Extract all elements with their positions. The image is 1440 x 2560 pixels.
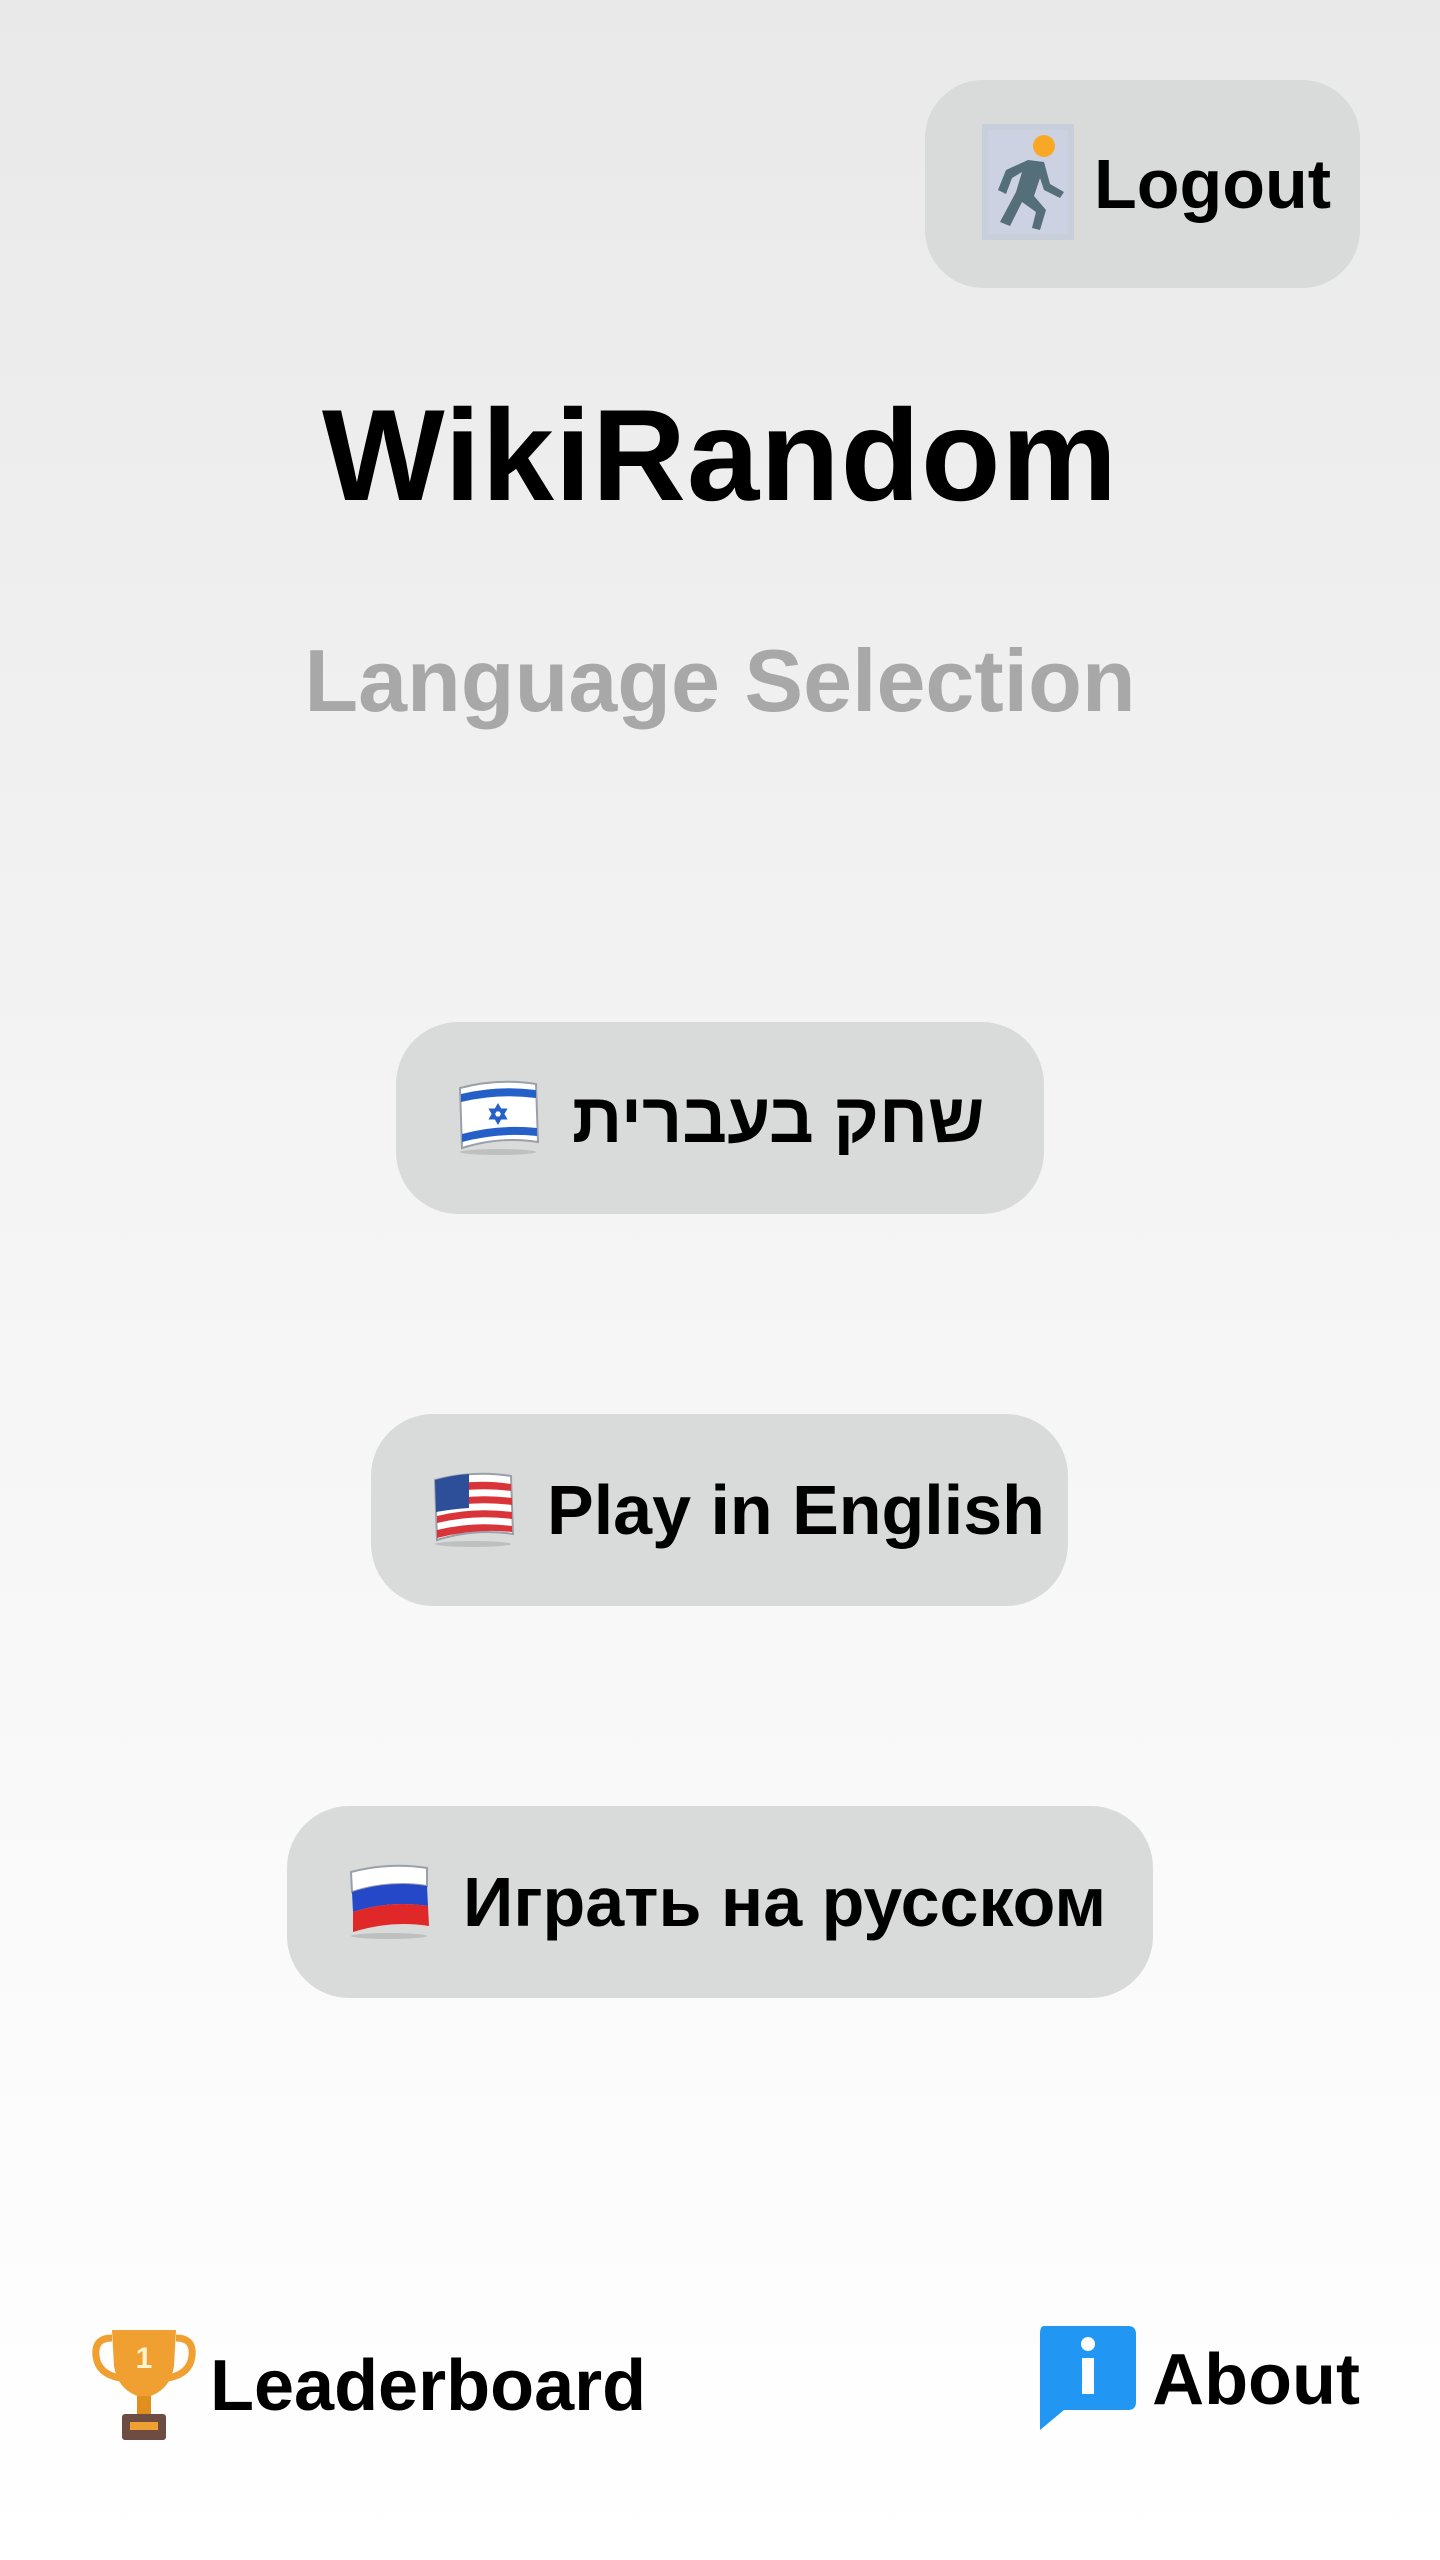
exit-running-icon — [980, 122, 1076, 247]
play-hebrew-button[interactable]: שחק בעברית — [396, 1022, 1044, 1214]
leaderboard-label: Leaderboard — [210, 2345, 647, 2426]
about-link[interactable]: About — [1034, 2322, 1360, 2437]
leaderboard-link[interactable]: 1 Leaderboard — [90, 2322, 646, 2449]
play-hebrew-label: שחק בעברית — [572, 1079, 985, 1157]
about-label: About — [1152, 2339, 1360, 2420]
trophy-icon: 1 — [90, 2322, 198, 2449]
israel-flag-icon — [454, 1076, 542, 1161]
svg-text:1: 1 — [136, 2342, 153, 2375]
play-russian-button[interactable]: Играть на русском — [287, 1806, 1153, 1998]
play-english-label: Play in English — [547, 1471, 1045, 1549]
logout-label: Logout — [1094, 145, 1332, 223]
info-icon — [1034, 2322, 1138, 2437]
app-title: WikiRandom — [321, 382, 1119, 528]
usa-flag-icon — [429, 1468, 517, 1553]
russia-flag-icon — [345, 1860, 433, 1945]
play-russian-label: Играть на русском — [463, 1863, 1107, 1941]
page-subtitle: Language Selection — [304, 631, 1136, 730]
play-english-button[interactable]: Play in English — [371, 1414, 1068, 1606]
logout-button[interactable]: Logout — [925, 80, 1360, 288]
